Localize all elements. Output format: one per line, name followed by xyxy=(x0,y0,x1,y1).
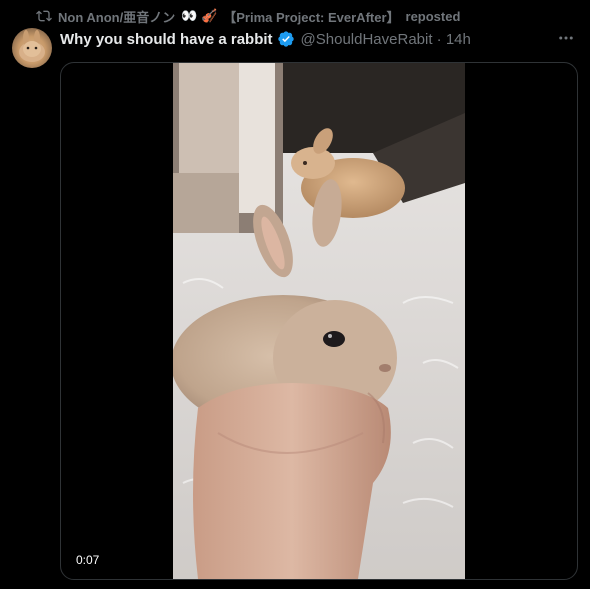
repost-context[interactable]: Non Anon/亜音ノン 👀 🎻 【Prima Project: EverAf… xyxy=(36,6,460,26)
repost-user-project[interactable]: 【Prima Project: EverAfter】 xyxy=(223,7,399,26)
verified-badge-icon xyxy=(277,30,295,48)
rabbit-video-frame xyxy=(173,63,465,579)
tweet-header: Why you should have a rabbit @ShouldHave… xyxy=(60,28,471,50)
author-handle-time[interactable]: @ShouldHaveRabit · 14h xyxy=(301,31,471,48)
repost-icon xyxy=(36,8,52,24)
video-player[interactable] xyxy=(173,63,465,579)
repost-user-name[interactable]: Non Anon/亜音ノン xyxy=(58,7,175,26)
repost-user-emoji: 👀 🎻 xyxy=(181,8,218,23)
video-timestamp: 0:07 xyxy=(71,551,105,569)
media-container[interactable]: 0:07 xyxy=(60,62,578,580)
repost-suffix: reposted xyxy=(405,8,461,24)
author-name[interactable]: Why you should have a rabbit xyxy=(60,31,273,48)
more-options-icon[interactable] xyxy=(556,28,576,48)
avatar[interactable] xyxy=(12,28,52,68)
